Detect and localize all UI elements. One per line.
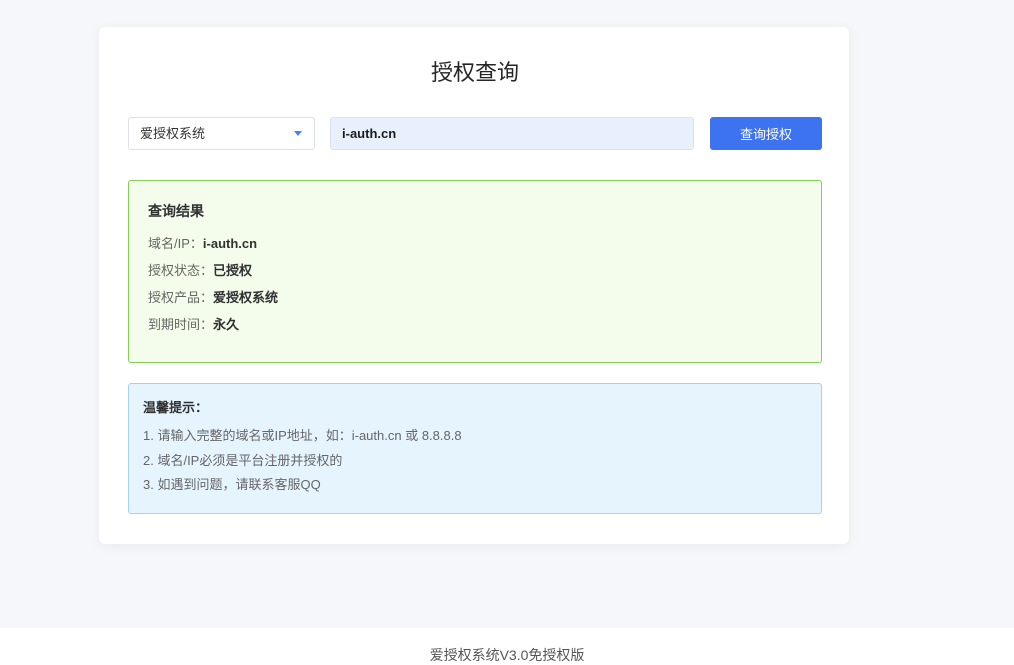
product-select[interactable]: 爱授权系统 [128,117,315,150]
result-domain-value: i-auth.cn [202,236,258,251]
query-auth-button[interactable]: 查询授权 [710,117,822,150]
result-product-label: 授权产品： [148,290,214,305]
tips-item: 2. 域名/IP必须是平台注册并授权的 [143,452,343,468]
domain-input[interactable] [330,117,694,150]
query-card: 授权查询 爱授权系统 查询授权 查询结果 域名/IP：i-auth.cn 授权状… [99,27,849,544]
result-expiry-value: 永久 [213,317,240,332]
tips-item: 3. 如遇到问题，请联系客服QQ [143,477,321,492]
result-row-status: 授权状态：已授权 [148,257,802,284]
result-domain-label: 域名/IP： [148,236,203,251]
product-select-value: 爱授权系统 [140,126,206,141]
result-product-value: 爱授权系统 [213,290,279,305]
result-row-domain: 域名/IP：i-auth.cn [148,230,802,257]
page-background: 授权查询 爱授权系统 查询授权 查询结果 域名/IP：i-auth.cn 授权状… [0,0,1014,628]
query-form: 爱授权系统 查询授权 [128,117,822,150]
result-status-label: 授权状态： [148,263,214,278]
result-status-value: 已授权 [213,263,253,278]
tips-panel: 温馨提示： 1. 请输入完整的域名或IP地址，如：i-auth.cn 或 8.8… [128,383,822,514]
result-row-expiry: 到期时间：永久 [148,311,802,338]
result-expiry-label: 到期时间： [148,317,214,332]
result-row-product: 授权产品：爱授权系统 [148,284,802,311]
result-heading: 查询结果 [148,203,204,219]
result-panel: 查询结果 域名/IP：i-auth.cn 授权状态：已授权 授权产品：爱授权系统… [128,180,822,363]
caret-down-icon [294,131,302,136]
page-footer: 爱授权系统V3.0免授权版 [429,647,585,663]
tips-item: 1. 请输入完整的域名或IP地址，如：i-auth.cn 或 8.8.8.8 [143,428,462,443]
page-title: 授权查询 [430,60,519,85]
tips-heading: 温馨提示： [143,400,209,415]
